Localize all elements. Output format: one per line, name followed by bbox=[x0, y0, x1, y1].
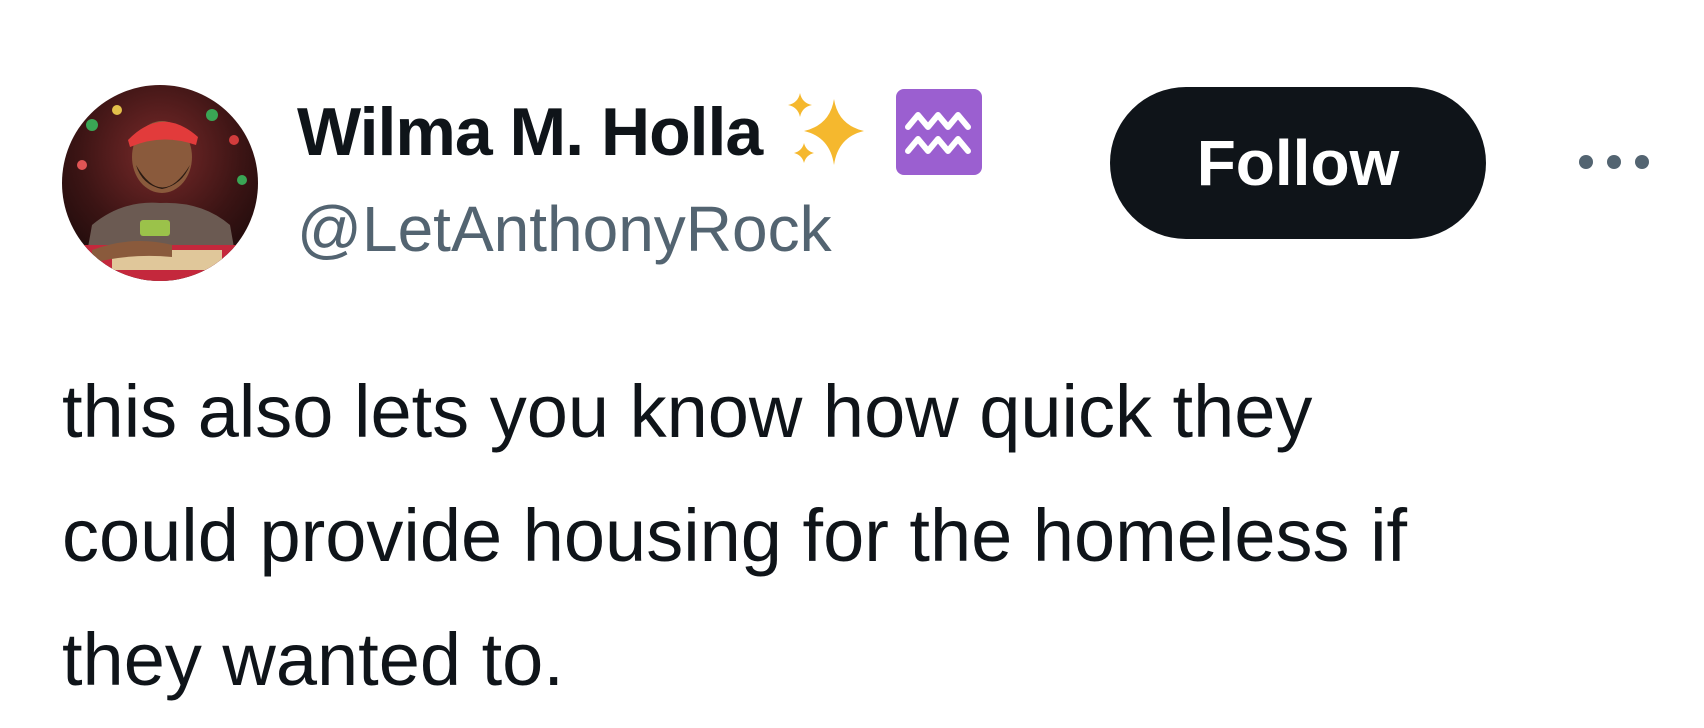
profile-photo-icon bbox=[62, 85, 258, 281]
more-options-button[interactable] bbox=[1576, 140, 1652, 184]
avatar[interactable] bbox=[62, 85, 258, 281]
follow-button[interactable]: Follow bbox=[1110, 87, 1486, 239]
author-name-row: Wilma M. Holla bbox=[297, 89, 983, 175]
more-icon bbox=[1579, 155, 1649, 169]
aquarius-icon bbox=[896, 89, 983, 175]
author-handle[interactable]: @LetAnthonyRock bbox=[297, 192, 832, 266]
tweet-text: this also lets you know how quick they c… bbox=[62, 370, 1408, 701]
sparkles-icon bbox=[784, 89, 870, 175]
display-name[interactable]: Wilma M. Holla bbox=[297, 93, 763, 171]
tweet-card: Wilma M. Holla @LetAnthonyRock Follow th… bbox=[0, 0, 1704, 728]
